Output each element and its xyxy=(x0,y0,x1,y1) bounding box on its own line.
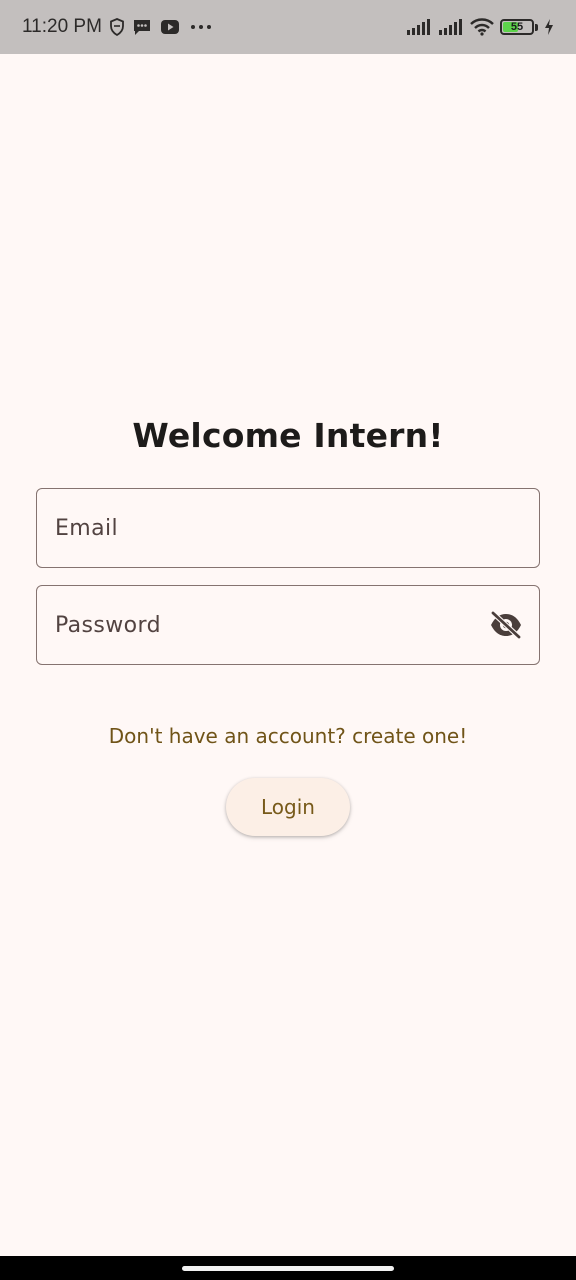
password-field[interactable] xyxy=(36,585,540,665)
battery-tip xyxy=(535,23,538,31)
login-button[interactable]: Login xyxy=(226,778,350,836)
message-icon xyxy=(132,18,152,36)
signal-icon xyxy=(438,18,464,36)
home-indicator[interactable] xyxy=(182,1266,394,1271)
status-bar-left: 11:20 PM xyxy=(22,16,214,38)
eye-off-icon[interactable] xyxy=(489,611,523,639)
email-input[interactable] xyxy=(53,514,523,542)
status-time: 11:20 PM xyxy=(22,16,102,37)
status-bar-right: 55 xyxy=(406,18,554,36)
battery-icon: 55 xyxy=(500,19,538,35)
navigation-bar xyxy=(0,1256,576,1280)
more-dots-icon xyxy=(188,22,214,32)
signal-icon xyxy=(406,18,432,36)
create-account-link[interactable]: Don't have an account? create one! xyxy=(0,724,576,748)
battery-level: 55 xyxy=(510,21,524,33)
shield-notification-icon xyxy=(110,18,124,36)
password-input[interactable] xyxy=(53,611,489,639)
youtube-icon xyxy=(160,19,180,35)
status-bar: 11:20 PM 55 xyxy=(0,0,576,54)
battery-body: 55 xyxy=(500,19,534,35)
page-title: Welcome Intern! xyxy=(132,416,444,455)
email-field[interactable] xyxy=(36,488,540,568)
wifi-icon xyxy=(470,18,494,36)
charging-icon xyxy=(544,19,554,35)
